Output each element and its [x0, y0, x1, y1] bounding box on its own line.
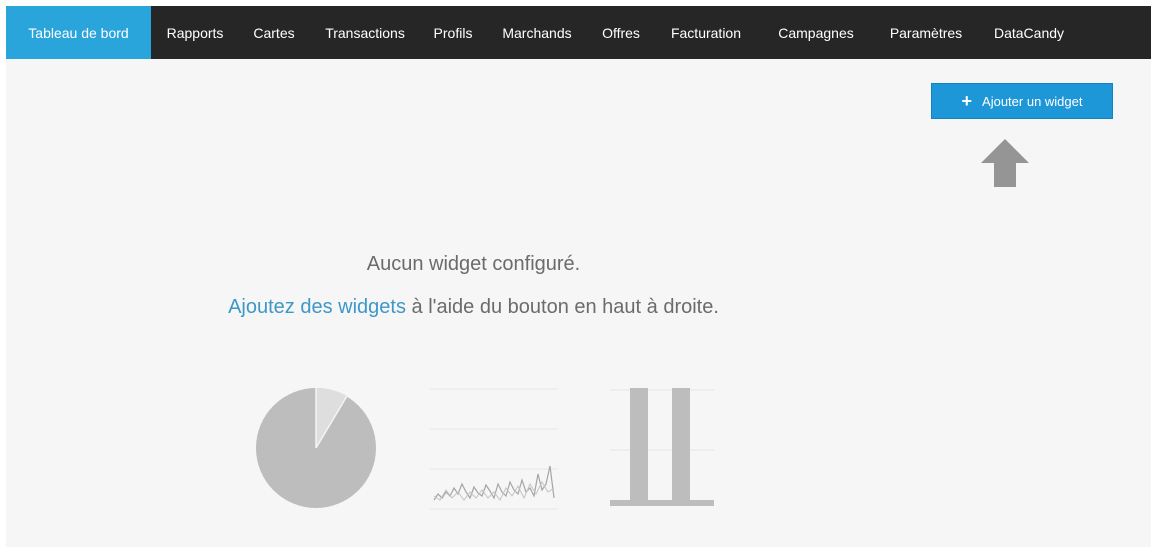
dashboard-frame: Tableau de bord Rapports Cartes Transact… [6, 6, 1151, 547]
nav-item-marchands[interactable]: Marchands [485, 6, 589, 59]
nav-item-parametres[interactable]: Paramètres [873, 6, 979, 59]
bar-chart-illustration [610, 388, 714, 506]
add-widgets-link[interactable]: Ajoutez des widgets [228, 296, 406, 318]
nav-item-tableau-de-bord[interactable]: Tableau de bord [6, 6, 151, 59]
nav-item-facturation[interactable]: Facturation [653, 6, 759, 59]
nav-item-rapports[interactable]: Rapports [151, 6, 239, 59]
line-chart-illustration [430, 388, 558, 510]
nav-item-cartes[interactable]: Cartes [239, 6, 309, 59]
nav-item-campagnes[interactable]: Campagnes [759, 6, 873, 59]
main-navbar: Tableau de bord Rapports Cartes Transact… [6, 6, 1151, 59]
pie-chart-illustration [256, 387, 376, 508]
empty-state-hint-text: à l'aide du bouton en haut à droite. [405, 296, 719, 318]
up-arrow-icon [981, 139, 1029, 187]
empty-state-title: Aucun widget configuré. [366, 253, 581, 275]
empty-state-hint: Ajoutez des widgets à l'aide du bouton e… [6, 296, 941, 319]
nav-item-profils[interactable]: Profils [421, 6, 485, 59]
nav-item-transactions[interactable]: Transactions [309, 6, 421, 59]
add-widget-button[interactable]: + Ajouter un widget [931, 83, 1113, 119]
nav-item-offres[interactable]: Offres [589, 6, 653, 59]
add-widget-label: Ajouter un widget [982, 93, 1083, 109]
plus-icon: + [961, 91, 973, 111]
nav-item-datacandy[interactable]: DataCandy [979, 6, 1079, 59]
